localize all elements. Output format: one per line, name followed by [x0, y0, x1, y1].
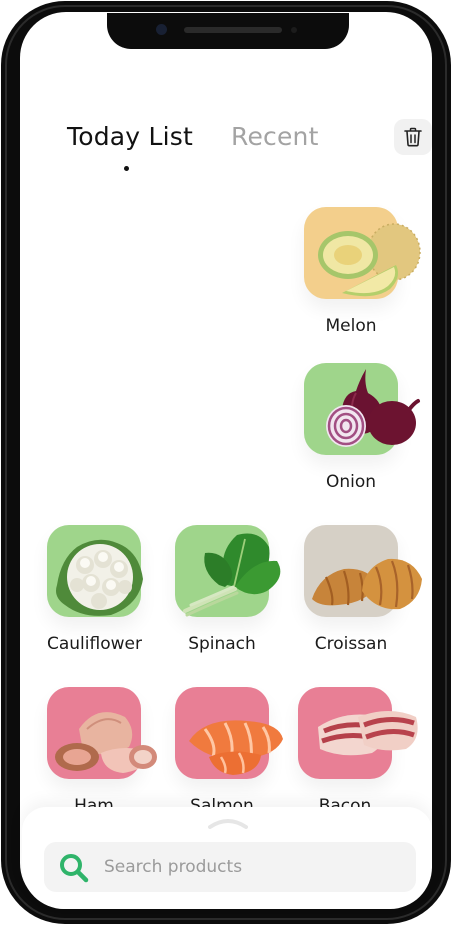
salmon-tile	[175, 687, 283, 779]
cauliflower-icon	[56, 539, 143, 616]
tab-recent[interactable]: Recent	[231, 122, 319, 151]
phone-notch	[107, 13, 349, 49]
search-input[interactable]	[104, 842, 394, 892]
ham-tile	[47, 687, 157, 779]
melon-icon	[318, 223, 421, 297]
search-sheet	[22, 807, 432, 909]
search-bar[interactable]	[44, 842, 416, 892]
salmon-icon	[189, 720, 283, 775]
croissant-icon	[312, 558, 422, 610]
tab-today-list[interactable]: Today List	[67, 122, 193, 151]
spinach-icon	[183, 533, 281, 617]
item-label: Croissan	[314, 634, 388, 654]
spinach-tile	[175, 525, 281, 617]
app-screen: Today List Recent Melon Onion Cauliflowe…	[20, 12, 432, 909]
item-label: Melon	[325, 316, 377, 336]
proximity-sensor	[291, 27, 297, 33]
active-tab-indicator	[124, 166, 129, 171]
onion-tile	[304, 363, 420, 455]
bacon-tile	[298, 687, 418, 779]
list-item-spinach[interactable]: Spinach	[175, 525, 295, 675]
clear-list-button[interactable]	[394, 119, 432, 155]
earpiece-speaker	[184, 27, 282, 33]
melon-tile	[304, 207, 421, 299]
cauliflower-tile	[47, 525, 143, 617]
ham-icon	[55, 712, 157, 773]
search-icon	[60, 854, 89, 883]
sheet-handle-chevron-up-icon[interactable]	[208, 817, 248, 829]
item-label: Onion	[325, 472, 377, 492]
trash-icon	[404, 127, 422, 147]
bacon-icon	[318, 711, 418, 756]
list-item-cauliflower[interactable]: Cauliflower	[47, 525, 167, 675]
front-camera	[156, 24, 167, 35]
list-item-onion[interactable]: Onion	[304, 363, 424, 513]
list-item-croissant[interactable]: Croissan	[304, 525, 424, 675]
croissant-tile	[304, 525, 422, 617]
item-label: Spinach	[188, 634, 256, 654]
list-item-melon[interactable]: Melon	[304, 207, 424, 357]
item-label: Cauliflower	[47, 634, 142, 654]
onion-icon	[326, 369, 420, 447]
